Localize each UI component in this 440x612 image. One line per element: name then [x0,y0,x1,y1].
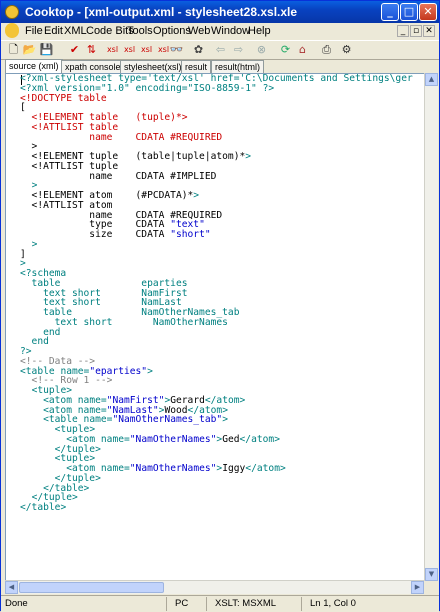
mdi-restore-button[interactable]: ▫ [410,25,422,37]
tab-result-html[interactable]: result(html) [211,60,265,73]
scroll-up-arrow-icon[interactable]: ▲ [425,73,438,86]
code-line: </tuple> [31,492,78,504]
tab-result[interactable]: result [181,60,212,73]
code-line: </table> [20,502,67,513]
scroll-right-arrow-icon[interactable]: ▶ [411,581,424,594]
tab-source-xml[interactable]: source (xml) [5,59,63,73]
status-separator [166,597,167,611]
window-title: Cooktop - [xml-output.xml - stylesheet28… [25,5,298,19]
code-line: name CDATA #IMPLIED [20,170,217,182]
code-editor[interactable]: <?xml-stylesheet type='text/xsl' href='C… [5,73,425,581]
stop-icon[interactable]: ⊗ [254,42,269,57]
xpath-icon[interactable]: ✿ [191,42,206,57]
scroll-left-arrow-icon[interactable]: ◀ [5,581,18,594]
code-line: end [20,336,49,348]
scroll-down-arrow-icon[interactable]: ▼ [425,568,438,581]
back-arrow-icon[interactable]: ⇦ [213,42,228,57]
status-text: Done [5,598,28,609]
sort-icon[interactable]: ⇅ [84,42,99,57]
code-line: text short NamOtherNames [20,316,228,328]
print-icon[interactable]: ⎙ [319,42,334,57]
tab-xpath-console[interactable]: xpath console [61,60,125,73]
app-window: Cooktop - [xml-output.xml - stylesheet28… [0,0,440,612]
status-xslt-engine: XSLT: MSXML [215,598,277,609]
xslt-icon[interactable]: xsl [105,42,120,57]
xslt-debug-icon[interactable]: xsl [139,42,154,57]
save-icon[interactable]: 💾 [39,42,54,57]
tab-stylesheet-xsl[interactable]: stylesheet(xsl) [120,60,186,73]
menu-xml[interactable]: XML [64,25,87,37]
code-line: <!-- Row 1 --> [20,375,113,387]
menu-edit[interactable]: Edit [44,25,63,37]
code-line: <!DOCTYPE table [20,92,107,104]
find-icon[interactable]: 👓 [169,42,184,57]
toolbar: 🗋 📂 💾 ✔ ⇅ xsl xsl xsl xsl 👓 ✿ ⇦ ⇨ ⊗ ⟳ ⌂ … [1,40,439,60]
home-icon[interactable]: ⌂ [295,42,310,57]
code-line: end [20,326,61,338]
cooktop-app-icon [5,5,19,19]
refresh-icon[interactable]: ⟳ [278,42,293,57]
open-folder-icon[interactable]: 📂 [22,42,37,57]
forward-arrow-icon[interactable]: ⇨ [231,42,246,57]
mdi-close-button[interactable]: ✕ [423,25,435,37]
check-icon[interactable]: ✔ [67,42,82,57]
new-file-icon[interactable]: 🗋 [6,42,21,57]
menu-bar: File Edit XML Code Bits Tools Options We… [1,23,439,40]
maximize-button[interactable]: □ [400,3,418,21]
status-bar: Done PC XSLT: MSXML Ln 1, Col 0 [1,595,439,612]
status-mode: PC [175,598,189,609]
close-button[interactable]: ✕ [419,3,437,21]
status-cursor-position: Ln 1, Col 0 [310,598,356,609]
vertical-scrollbar[interactable]: ▲ ▼ [424,73,438,581]
menu-file[interactable]: File [25,25,43,37]
horizontal-scrollbar[interactable]: ◀ ▶ [5,580,424,594]
code-line: </table> [43,482,90,494]
code-line: size CDATA "short" [20,229,211,240]
menu-web[interactable]: Web [188,25,210,37]
menu-tools[interactable]: Tools [127,25,153,37]
menu-help[interactable]: Help [248,25,271,37]
code-line: > [31,238,38,250]
code-line: ] [20,248,26,260]
xslt-run-icon[interactable]: xsl [122,42,137,57]
tab-strip: source (xml) xpath console stylesheet(xs… [1,59,439,73]
mdi-minimize-button[interactable]: _ [397,25,409,37]
code-line: name CDATA #REQUIRED [20,131,223,143]
status-separator [206,597,207,611]
title-bar[interactable]: Cooktop - [xml-output.xml - stylesheet28… [1,1,439,23]
code-line: > [20,258,26,270]
code-content[interactable]: <?xml-stylesheet type='text/xsl' href='C… [20,74,413,513]
status-separator [301,597,302,611]
horizontal-scroll-thumb[interactable] [19,582,164,593]
settings-icon[interactable]: ⚙ [339,42,354,57]
menu-options[interactable]: Options [153,25,191,37]
minimize-button[interactable]: _ [381,3,399,21]
menu-window[interactable]: Window [211,25,250,37]
document-icon[interactable] [5,23,19,38]
